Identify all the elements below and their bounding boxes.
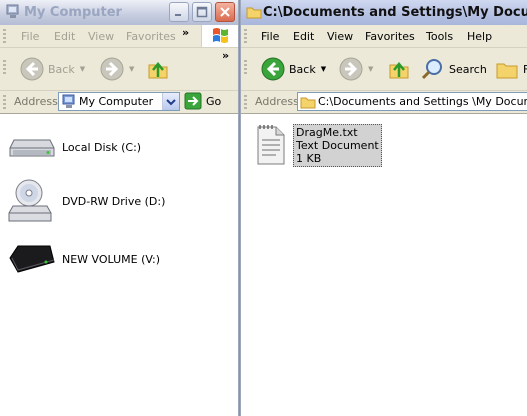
title-bar[interactable]: C:\Documents and Settings\My Documents (241, 0, 527, 25)
file-dragme[interactable]: DragMe.txt Text Document 1 KB (255, 124, 382, 167)
computer-icon (62, 94, 75, 108)
forward-arrow-icon (100, 57, 124, 81)
search-icon (421, 59, 442, 80)
minimize-icon (175, 14, 181, 16)
back-arrow-icon (20, 57, 44, 81)
folder-icon (300, 97, 316, 109)
toolbar-grip[interactable] (244, 95, 247, 109)
close-icon (220, 7, 230, 17)
hard-disk-icon (9, 139, 55, 157)
folders-button[interactable]: F (495, 55, 527, 83)
file-name: DragMe.txt (296, 126, 358, 139)
minimize-button[interactable] (169, 2, 189, 22)
address-value: C:\Documents and Settings \My Documents (318, 95, 527, 108)
file-details: DragMe.txt Text Document 1 KB (293, 124, 382, 167)
window-title: C:\Documents and Settings\My Documents (263, 5, 527, 20)
back-label: Back (289, 62, 316, 76)
maximize-button[interactable] (192, 2, 212, 22)
menu-bar: File Edit View Favorites » (0, 25, 238, 48)
drive-dvd[interactable]: DVD-RW Drive (D:) (8, 178, 165, 224)
menu-bar: File Edit View Favorites Tools Help (241, 25, 527, 48)
menu-edit[interactable]: Edit (293, 30, 314, 43)
forward-arrow-icon (339, 57, 363, 81)
folders-icon (496, 63, 518, 79)
forward-dropdown-icon[interactable]: ▼ (368, 65, 373, 73)
chevron-down-icon (166, 99, 176, 106)
go-arrow-icon (184, 92, 202, 110)
folders-label: F (523, 62, 527, 76)
back-dropdown-icon[interactable]: ▼ (80, 65, 85, 73)
standard-toolbar: Back ▼ ▼ » (0, 48, 238, 91)
forward-dropdown-icon[interactable]: ▼ (129, 65, 134, 73)
toolbar-grip[interactable] (3, 95, 6, 109)
address-dropdown-button[interactable] (162, 93, 179, 110)
toolbar-grip[interactable] (3, 29, 6, 43)
go-label: Go (206, 94, 222, 108)
menu-tools[interactable]: Tools (426, 30, 453, 43)
forward-button[interactable]: ▼ (339, 55, 373, 83)
up-folder-button[interactable] (146, 55, 170, 83)
my-computer-window: My Computer File Edit View Favorites » B… (0, 0, 238, 416)
back-button[interactable]: Back ▼ (20, 55, 85, 83)
toolbar-grip[interactable] (244, 29, 247, 43)
address-value: My Computer (79, 95, 154, 108)
file-type: Text Document (296, 139, 379, 152)
drive-label: DVD-RW Drive (D:) (62, 194, 166, 208)
address-input[interactable]: My Computer (58, 92, 180, 111)
menu-favorites[interactable]: Favorites (126, 30, 176, 43)
menu-view[interactable]: View (327, 30, 353, 43)
my-documents-window: C:\Documents and Settings\My Documents F… (241, 0, 527, 416)
menu-file[interactable]: File (261, 30, 279, 43)
address-label: Address (14, 95, 58, 108)
forward-button[interactable]: ▼ (100, 55, 134, 83)
back-label: Back (48, 62, 75, 76)
file-size: 1 KB (296, 152, 322, 165)
back-button[interactable]: Back ▼ (261, 55, 326, 83)
drive-new-volume[interactable]: NEW VOLUME (V:) (8, 242, 160, 276)
folder-up-icon (389, 62, 409, 79)
address-bar: Address C:\Documents and Settings \My Do… (241, 91, 527, 114)
text-file-icon (257, 125, 285, 165)
drive-local-disk[interactable]: Local Disk (C:) (8, 132, 141, 162)
maximize-icon (196, 6, 208, 18)
search-label: Search (449, 62, 487, 76)
go-button[interactable]: Go (184, 92, 221, 110)
toolbar-more-chevron[interactable]: » (222, 49, 229, 62)
menu-help[interactable]: Help (467, 30, 492, 43)
folder-up-icon (148, 62, 168, 79)
dvd-drive-icon (8, 179, 52, 222)
file-list: DragMe.txt Text Document 1 KB (241, 114, 527, 416)
menu-view[interactable]: View (88, 30, 114, 43)
drive-label: Local Disk (C:) (62, 140, 142, 154)
back-arrow-icon (261, 57, 285, 81)
window-title: My Computer (24, 5, 122, 20)
computer-icon (6, 4, 19, 18)
menu-file[interactable]: File (21, 30, 39, 43)
windows-logo (201, 25, 238, 47)
drives-list: Local Disk (C:) DVD-RW Drive (D:) NEW VO… (0, 114, 238, 416)
standard-toolbar: Back ▼ ▼ Search F (241, 48, 527, 91)
drive-label: NEW VOLUME (V:) (62, 252, 161, 266)
toolbar-grip[interactable] (244, 60, 247, 74)
title-bar[interactable]: My Computer (0, 0, 238, 25)
menu-more-chevron[interactable]: » (182, 26, 189, 39)
close-button[interactable] (215, 2, 235, 22)
search-button[interactable]: Search (421, 55, 487, 83)
toolbar-grip[interactable] (3, 60, 6, 74)
up-folder-button[interactable] (387, 55, 411, 83)
windows-flag-icon (213, 28, 228, 43)
folder-icon (246, 7, 262, 19)
address-input[interactable]: C:\Documents and Settings \My Documents (297, 92, 527, 111)
address-bar: Address My Computer Go (0, 91, 238, 114)
external-drive-icon (9, 245, 55, 273)
address-label: Address (255, 95, 299, 108)
back-dropdown-icon[interactable]: ▼ (321, 65, 326, 73)
menu-edit[interactable]: Edit (54, 30, 75, 43)
menu-favorites[interactable]: Favorites (365, 30, 415, 43)
